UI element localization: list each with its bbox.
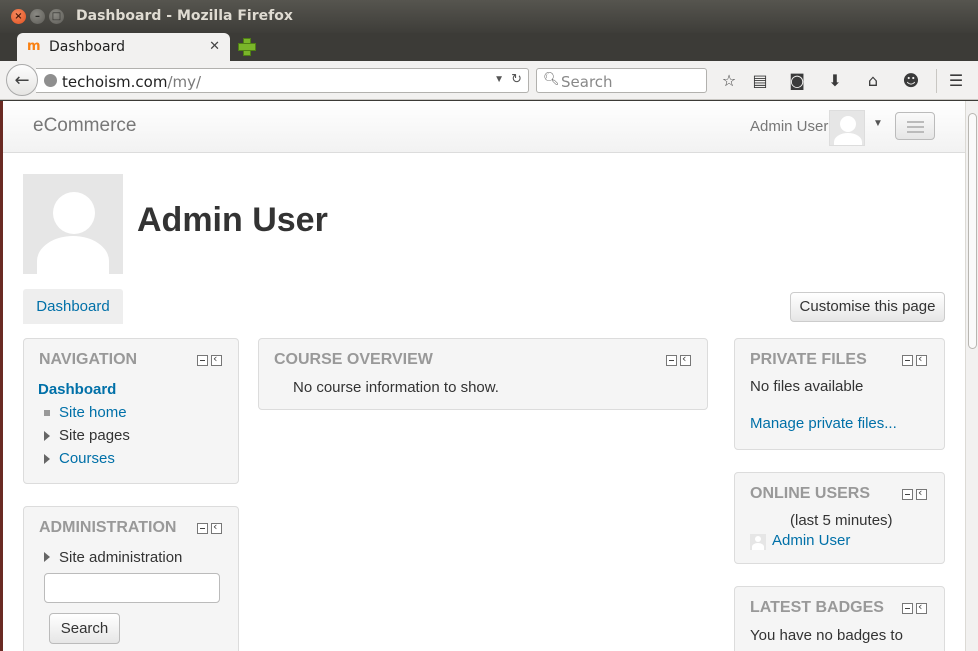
browser-toolbar: techoism.com/my/ ▼ ↻ ← 🔍︎ Search ☆ ▤ ◙ ⬇…: [0, 61, 978, 100]
block-minimize-icon[interactable]: [902, 489, 913, 500]
block-title: PRIVATE FILES: [750, 351, 867, 368]
back-button[interactable]: ←: [6, 64, 38, 96]
bookmark-star-icon[interactable]: ☆: [718, 70, 740, 92]
window-maximize-button[interactable]: □: [49, 9, 64, 24]
url-text[interactable]: techoism.com/my/: [62, 73, 201, 91]
reload-icon[interactable]: ↻: [511, 72, 522, 87]
site-identity-globe-icon[interactable]: [44, 74, 57, 87]
administration-block: ADMINISTRATION Site administration Searc…: [23, 506, 239, 651]
user-picture-icon: [750, 534, 766, 550]
block-controls: [666, 352, 691, 366]
window-close-button[interactable]: ×: [11, 9, 26, 24]
nav-toggle-button[interactable]: [895, 112, 935, 140]
block-minimize-icon[interactable]: [902, 603, 913, 614]
expand-arrow-icon[interactable]: [44, 431, 50, 441]
page-scrollbar[interactable]: [965, 101, 978, 651]
online-users-block: ONLINE USERS (last 5 minutes) Admin User: [734, 472, 945, 564]
block-title: ONLINE USERS: [750, 485, 871, 502]
admin-search-button[interactable]: Search: [49, 613, 120, 644]
nav-site-home-link[interactable]: Site home: [59, 404, 127, 421]
block-dock-icon[interactable]: [916, 352, 927, 366]
toolbar-separator: [936, 69, 937, 93]
block-minimize-icon[interactable]: [902, 355, 913, 366]
site-brand-link[interactable]: eCommerce: [33, 115, 136, 137]
tab-close-icon[interactable]: ✕: [209, 39, 220, 54]
online-users-subtitle: (last 5 minutes): [790, 512, 893, 529]
nav-courses-link[interactable]: Courses: [59, 450, 115, 467]
block-controls: [902, 486, 927, 500]
admin-search-input[interactable]: [44, 573, 220, 603]
block-title: LATEST BADGES: [750, 599, 884, 616]
url-bar[interactable]: techoism.com/my/ ▼ ↻: [36, 68, 529, 93]
private-files-block: PRIVATE FILES No files available Manage …: [734, 338, 945, 450]
site-header: eCommerce Admin User ▼: [3, 101, 965, 153]
page-title: Admin User: [137, 201, 328, 239]
reading-list-icon[interactable]: ▤: [749, 70, 771, 92]
block-controls: [902, 600, 927, 614]
block-dock-icon[interactable]: [211, 520, 222, 534]
nav-site-administration[interactable]: Site administration: [59, 549, 182, 566]
tab-dashboard[interactable]: Dashboard: [23, 289, 123, 324]
block-minimize-icon[interactable]: [197, 523, 208, 534]
user-menu-name[interactable]: Admin User: [750, 118, 828, 135]
user-menu-caret-icon[interactable]: ▼: [873, 118, 883, 129]
new-tab-plus-icon[interactable]: [236, 36, 256, 56]
menu-icon[interactable]: ☰: [945, 70, 967, 92]
bullet-icon: [44, 410, 50, 416]
customise-page-button[interactable]: Customise this page: [790, 292, 945, 322]
expand-arrow-icon[interactable]: [44, 552, 50, 562]
block-minimize-icon[interactable]: [197, 355, 208, 366]
block-title: COURSE OVERVIEW: [274, 351, 433, 368]
url-history-dropdown-icon[interactable]: ▼: [494, 74, 504, 85]
browser-tab-dashboard[interactable]: m Dashboard ✕: [17, 33, 230, 61]
block-dock-icon[interactable]: [680, 352, 691, 366]
block-dock-icon[interactable]: [916, 600, 927, 614]
browser-tab-label: Dashboard: [49, 39, 125, 55]
pocket-icon[interactable]: ◙: [786, 70, 808, 92]
search-icon: 🔍︎: [543, 72, 560, 87]
block-minimize-icon[interactable]: [666, 355, 677, 366]
course-overview-block: COURSE OVERVIEW No course information to…: [258, 338, 708, 410]
block-controls: [197, 352, 222, 366]
online-user-link[interactable]: Admin User: [772, 532, 850, 549]
window-minimize-button[interactable]: –: [30, 9, 45, 24]
profile-avatar: [23, 174, 123, 274]
moodle-favicon-icon: m: [27, 39, 41, 54]
navigation-block: NAVIGATION Dashboard Site home Site page…: [23, 338, 239, 484]
search-placeholder: Search: [561, 73, 613, 91]
block-controls: [197, 520, 222, 534]
scrollbar-thumb[interactable]: [968, 113, 977, 349]
manage-private-files-link[interactable]: Manage private files...: [750, 415, 897, 432]
block-dock-icon[interactable]: [916, 486, 927, 500]
latest-badges-block: LATEST BADGES You have no badges to: [734, 586, 945, 651]
download-icon[interactable]: ⬇: [824, 70, 846, 92]
search-input[interactable]: 🔍︎ Search: [536, 68, 707, 93]
page-viewport: eCommerce Admin User ▼ Admin User Dashbo…: [3, 101, 965, 651]
block-dock-icon[interactable]: [211, 352, 222, 366]
nav-dashboard-link[interactable]: Dashboard: [38, 381, 116, 398]
window-title: Dashboard - Mozilla Firefox: [76, 8, 293, 24]
window-titlebar: × – □ Dashboard - Mozilla Firefox: [0, 0, 978, 33]
private-files-message: No files available: [750, 378, 864, 395]
latest-badges-message: You have no badges to: [750, 627, 903, 644]
home-icon[interactable]: ⌂: [862, 70, 884, 92]
nav-site-pages[interactable]: Site pages: [59, 427, 130, 444]
user-avatar[interactable]: [829, 110, 865, 146]
back-arrow-icon: ←: [14, 69, 30, 91]
block-title: ADMINISTRATION: [39, 519, 177, 536]
course-overview-message: No course information to show.: [293, 379, 499, 396]
block-title: NAVIGATION: [39, 351, 138, 368]
tab-strip: m Dashboard ✕: [0, 33, 978, 61]
chat-icon[interactable]: ☻: [900, 70, 922, 92]
block-controls: [902, 352, 927, 366]
expand-arrow-icon[interactable]: [44, 454, 50, 464]
